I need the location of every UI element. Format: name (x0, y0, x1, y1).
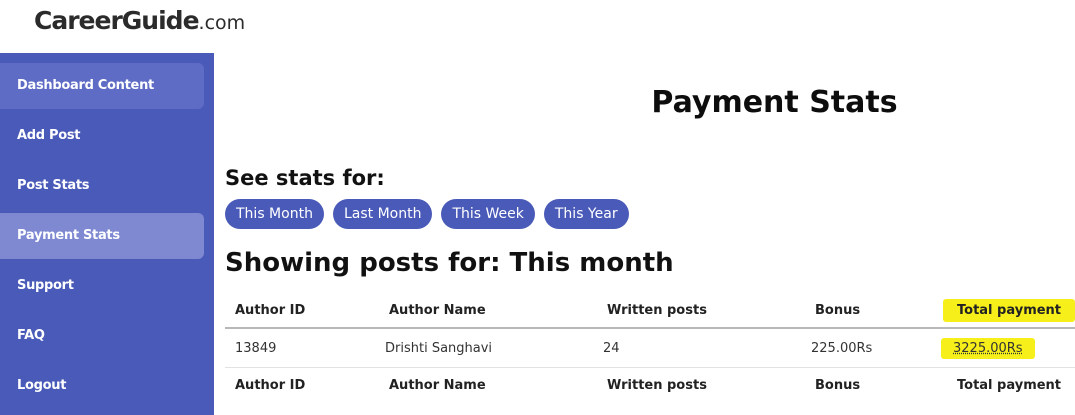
filter-last-month-button[interactable]: Last Month (332, 199, 433, 229)
top-bar: CareerGuide.com (0, 0, 1075, 53)
period-filters: This Month Last Month This Week This Yea… (225, 199, 629, 229)
column-footer: Total payment (957, 378, 1062, 393)
page-title: Payment Stats (651, 85, 898, 120)
filter-this-month-button[interactable]: This Month (225, 199, 324, 229)
sidebar-item-logout[interactable]: Logout (0, 363, 204, 409)
table-footer-row: Author ID Author Name Written posts Bonu… (225, 368, 1075, 404)
main-content: Payment Stats See stats for: This Month … (214, 53, 1075, 415)
see-stats-label: See stats for: (225, 166, 385, 190)
logo[interactable]: CareerGuide.com (34, 6, 245, 35)
cell-bonus: 225.00Rs (811, 341, 873, 356)
column-header: Author Name (389, 303, 486, 318)
sidebar-item-dashboard-content[interactable]: Dashboard Content (0, 63, 204, 109)
sidebar-item-faq[interactable]: FAQ (0, 313, 204, 359)
filter-this-week-button[interactable]: This Week (441, 199, 535, 229)
column-footer: Author ID (235, 378, 306, 393)
table-row: 13849 Drishti Sanghavi 24 225.00Rs 3225.… (225, 329, 1075, 368)
sidebar: Dashboard Content Add Post Post Stats Pa… (0, 53, 214, 415)
cell-author-id: 13849 (235, 341, 277, 356)
cell-author-name: Drishti Sanghavi (385, 341, 493, 356)
column-header: Bonus (815, 303, 861, 318)
table-header-row: Author ID Author Name Written posts Bonu… (225, 293, 1075, 329)
highlight-mark: 3225.00Rs (941, 338, 1035, 359)
sidebar-item-payment-stats[interactable]: Payment Stats (0, 213, 204, 259)
highlight-mark: Total payment (943, 299, 1075, 322)
sidebar-item-add-post[interactable]: Add Post (0, 113, 204, 159)
logo-main: CareerGuide (34, 6, 200, 35)
column-header-total-payment: Total payment (943, 293, 1075, 329)
column-footer: Author Name (389, 378, 486, 393)
filter-this-year-button[interactable]: This Year (543, 199, 629, 229)
column-header: Written posts (607, 303, 707, 318)
column-footer: Written posts (607, 378, 707, 393)
column-header: Author ID (235, 303, 306, 318)
cell-total-payment: 3225.00Rs (941, 329, 1035, 369)
sidebar-item-support[interactable]: Support (0, 263, 204, 309)
cell-written-posts: 24 (603, 341, 620, 356)
sidebar-item-post-stats[interactable]: Post Stats (0, 163, 204, 209)
showing-heading: Showing posts for: This month (225, 248, 674, 278)
logo-suffix: .com (198, 12, 246, 34)
column-footer: Bonus (815, 378, 861, 393)
payment-table: Author ID Author Name Written posts Bonu… (225, 293, 1075, 404)
